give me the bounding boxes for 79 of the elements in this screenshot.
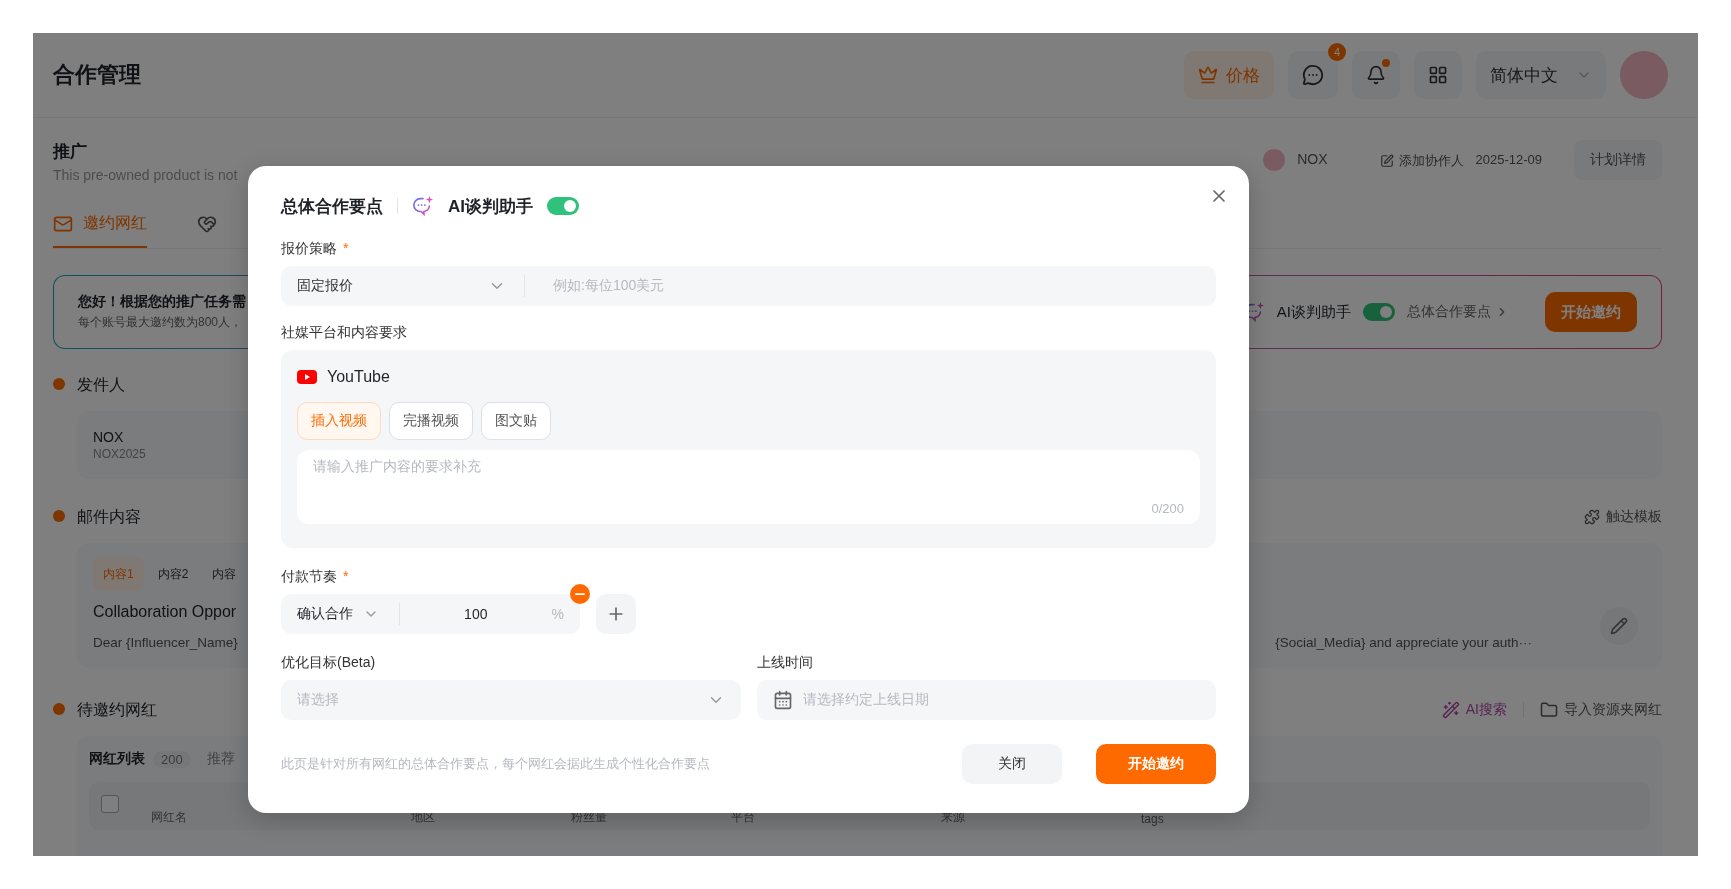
field-label: 付款节奏 <box>281 568 337 586</box>
goal-select[interactable]: 请选择 <box>281 680 741 720</box>
chat-sparkle-icon <box>412 195 434 217</box>
email-body-end: {Social_Media} and appreciate your auth··· <box>1275 635 1532 650</box>
banner-greeting: 您好！根据您的推广任务需 <box>78 293 247 311</box>
close-button[interactable]: 关闭 <box>962 744 1062 784</box>
recommend-tab[interactable]: 推荐 <box>206 750 235 768</box>
required-mark: * <box>343 240 349 258</box>
timeline-dot <box>53 378 65 390</box>
language-select[interactable]: 简体中文 <box>1476 51 1606 99</box>
template-link[interactable]: 触达模板 <box>1584 508 1662 526</box>
price-button[interactable]: 价格 <box>1184 51 1274 99</box>
folder-icon <box>1540 701 1558 719</box>
content-tab[interactable]: 内容2 <box>147 557 199 591</box>
column-header: tags <box>1141 812 1165 826</box>
influencer-list-tab[interactable]: 网红列表 <box>89 750 145 768</box>
grid-icon <box>1428 65 1448 85</box>
footer-note: 此页是针对所有网红的总体合作要点，每个网红会据此生成个性化合作要点 <box>281 755 711 773</box>
timeline-dot <box>53 510 65 522</box>
cooperation-points-link[interactable]: 总体合作要点 <box>1407 303 1509 321</box>
chat-icon <box>1302 64 1324 86</box>
owner-avatar <box>1263 149 1286 171</box>
plan-title: 推广 <box>53 141 88 163</box>
add-button[interactable] <box>596 594 636 634</box>
select-all-checkbox[interactable] <box>101 795 119 813</box>
invite-tab[interactable]: 邀约网红 <box>53 201 147 248</box>
page-title: 合作管理 <box>53 61 142 89</box>
email-subject: Collaboration Oppor <box>93 603 237 621</box>
add-collaborator-link[interactable]: 添加协作人 <box>1379 152 1464 170</box>
remove-button[interactable] <box>570 584 590 604</box>
dialog-title: 总体合作要点 <box>281 195 383 218</box>
section-title: 发件人 <box>77 374 125 395</box>
calendar-icon <box>772 690 793 710</box>
pricing-field[interactable]: 固定报价 例如:每位100美元 <box>281 266 1216 306</box>
payment-stage-field[interactable]: 确认合作 100 % <box>281 594 580 634</box>
start-invite-button[interactable]: 开始邀约 <box>1545 292 1637 332</box>
requirements-textarea[interactable]: 请输入推广内容的要求补充 0/200 <box>297 450 1200 524</box>
ai-toggle[interactable] <box>1363 303 1395 321</box>
content-tab[interactable]: 内容 <box>202 557 247 591</box>
timeline-dot <box>53 703 65 715</box>
required-mark: * <box>343 568 349 586</box>
format-chip[interactable]: 图文贴 <box>481 402 551 440</box>
edit-icon <box>1379 154 1394 168</box>
plan-date: 2025-12-09 <box>1475 152 1542 167</box>
bell-icon <box>1366 65 1386 85</box>
crown-icon <box>1198 65 1218 85</box>
field-label: 社媒平台和内容要求 <box>281 324 407 342</box>
content-tab[interactable]: 内容1 <box>93 557 144 591</box>
sender-name: NOX <box>93 429 125 445</box>
import-folder-link[interactable]: 导入资源夹网红 <box>1540 701 1662 719</box>
pencil-icon <box>1610 617 1628 635</box>
email-body-start: Dear {Influencer_Name} <box>93 635 238 650</box>
section-title: 邮件内容 <box>77 506 141 527</box>
start-invite-button[interactable]: 开始邀约 <box>1096 744 1216 784</box>
play-logo-icon <box>297 370 317 384</box>
format-chip[interactable]: 插入视频 <box>297 402 381 440</box>
field-label: 报价策略 <box>281 240 337 258</box>
heart-hand-icon <box>197 213 217 234</box>
banner-note: 每个账号最大邀约数为800人， <box>78 314 244 331</box>
section-title: 待邀约网红 <box>77 699 157 720</box>
notifications-button[interactable] <box>1352 51 1400 99</box>
apps-button[interactable] <box>1414 51 1462 99</box>
platform-name: YouTube <box>327 368 390 386</box>
magic-wand-icon <box>1441 701 1460 719</box>
ai-search-link[interactable]: AI搜索 <box>1441 701 1507 719</box>
format-chip[interactable]: 完播视频 <box>389 402 473 440</box>
field-label: 优化目标(Beta) <box>281 654 376 672</box>
influencer-count: 200 <box>153 750 191 768</box>
message-count-badge: 4 <box>1328 43 1346 61</box>
ai-toggle[interactable] <box>547 197 579 215</box>
owner-name: NOX <box>1297 151 1328 167</box>
puzzle-icon <box>1584 509 1600 525</box>
field-label: 上线时间 <box>756 654 813 672</box>
column-header: 网红名 <box>151 809 188 826</box>
edit-button[interactable] <box>1600 607 1638 645</box>
plan-details-button[interactable]: 计划详情 <box>1574 140 1662 180</box>
sender-account: NOX2025 <box>93 447 147 461</box>
ai-assistant-label: AI谈判助手 <box>448 195 533 218</box>
ai-assistant-label: AI谈判助手 <box>1276 302 1351 322</box>
